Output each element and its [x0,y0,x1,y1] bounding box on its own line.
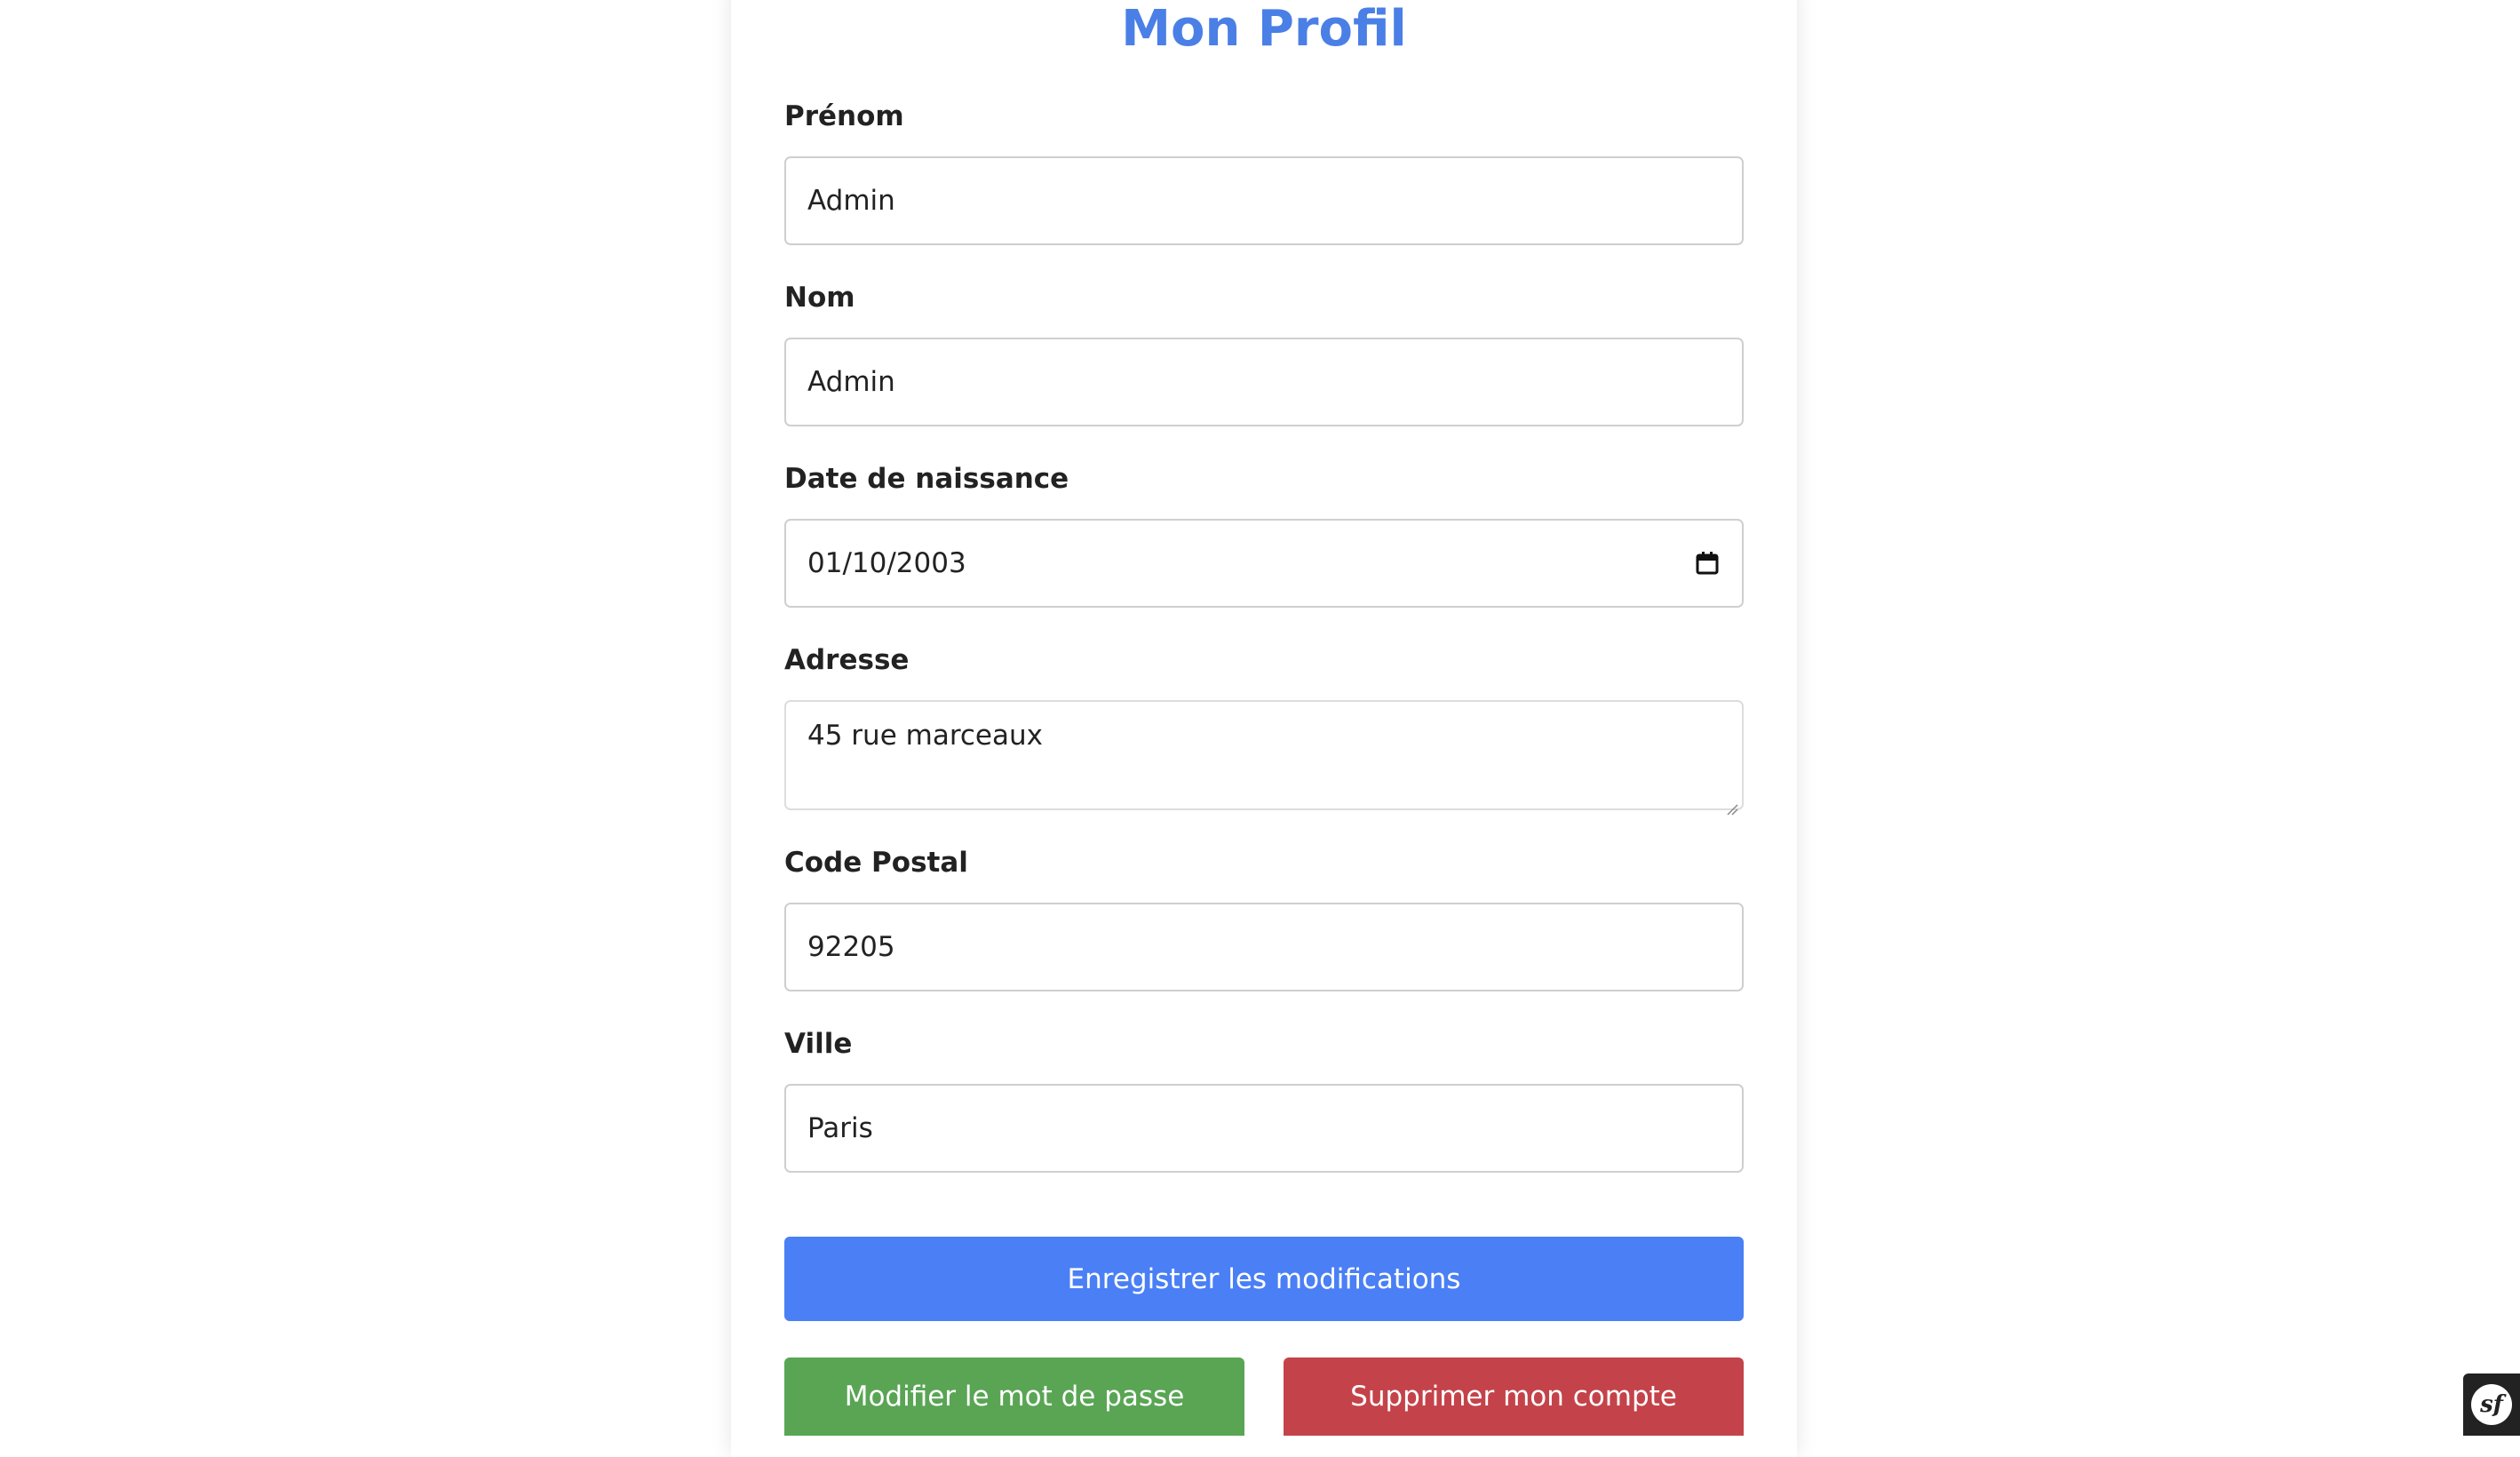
code-postal-label: Code Postal [784,847,968,879]
birthdate-input[interactable]: 01/10/2003 [784,519,1744,608]
code-postal-field-group: Code Postal 92205 [784,842,1744,991]
prenom-field-group: Prénom Admin [784,96,1744,245]
nom-value: Admin [807,366,895,398]
symfony-toolbar-toggle[interactable]: sf [2463,1373,2520,1436]
nom-input[interactable]: Admin [784,338,1744,426]
birthdate-field-group: Date de naissance 01/10/2003 [784,458,1744,608]
ville-label: Ville [784,1028,853,1060]
save-button[interactable]: Enregistrer les modifications [784,1237,1744,1321]
symfony-icon: sf [2471,1384,2512,1425]
nom-label: Nom [784,282,855,314]
prenom-value: Admin [807,185,895,217]
adresse-label: Adresse [784,644,910,676]
ville-value: Paris [807,1112,873,1144]
adresse-value: 45 rue marceaux [807,720,1043,752]
code-postal-value: 92205 [807,931,895,963]
ville-field-group: Ville Paris [784,1023,1744,1173]
calendar-icon[interactable] [1694,550,1721,577]
prenom-input[interactable]: Admin [784,156,1744,245]
page-title: Mon Profil [1121,0,1407,58]
birthdate-label: Date de naissance [784,463,1069,495]
prenom-label: Prénom [784,100,904,132]
ville-input[interactable]: Paris [784,1084,1744,1173]
code-postal-input[interactable]: 92205 [784,903,1744,991]
delete-account-button[interactable]: Supprimer mon compte [1284,1357,1744,1436]
resize-grip-icon[interactable] [1724,791,1738,816]
adresse-textarea[interactable]: 45 rue marceaux [784,700,1744,816]
change-password-button[interactable]: Modifier le mot de passe [784,1357,1244,1436]
birthdate-value: 01/10/2003 [807,547,966,579]
adresse-field-group: Adresse 45 rue marceaux [784,640,1744,816]
nom-field-group: Nom Admin [784,277,1744,426]
